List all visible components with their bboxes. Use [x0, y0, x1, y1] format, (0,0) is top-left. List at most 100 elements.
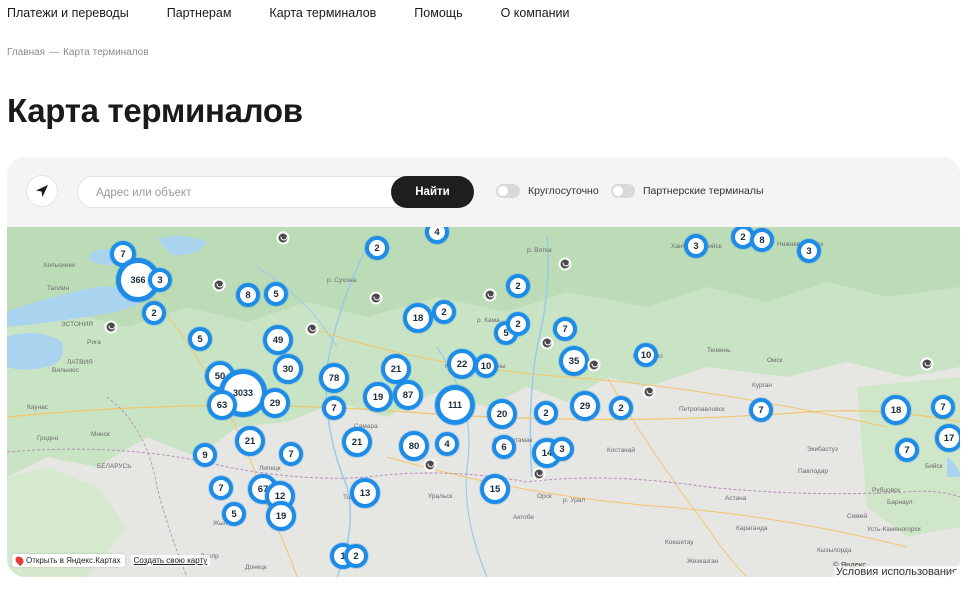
breadcrumb-home[interactable]: Главная — [7, 47, 45, 58]
partner-terminal-marker[interactable] — [558, 257, 572, 271]
terminal-cluster[interactable]: 80 — [399, 431, 429, 461]
terminal-cluster[interactable]: 18 — [403, 303, 433, 333]
terminal-cluster[interactable]: 7 — [322, 396, 346, 420]
create-map-link[interactable]: Создать свою карту — [130, 555, 211, 566]
partner-terminal-marker[interactable] — [642, 385, 656, 399]
partner-terminal-marker[interactable] — [483, 288, 497, 302]
map-place-label: Таллин — [47, 285, 70, 292]
partner-terminal-marker[interactable] — [369, 291, 383, 305]
map-pin-icon — [13, 554, 26, 567]
partner-terminal-marker[interactable] — [423, 458, 437, 472]
map-place-label: р. Кама — [477, 317, 500, 324]
terminal-cluster[interactable]: 17 — [935, 424, 960, 452]
map-toolbar: Найти Круглосуточно Партнерские терминал… — [7, 157, 960, 227]
nav-terminal-map[interactable]: Карта терминалов — [269, 6, 376, 22]
terminal-cluster[interactable]: 3 — [148, 268, 172, 292]
terminal-cluster[interactable]: 49 — [263, 325, 293, 355]
partner-terminals-label: Партнерские терминалы — [643, 185, 764, 197]
partner-terminal-marker[interactable] — [540, 336, 554, 350]
terminal-cluster[interactable]: 3 — [684, 234, 708, 258]
toggle-switch[interactable] — [496, 184, 520, 198]
terminal-cluster[interactable]: 10 — [474, 354, 498, 378]
partner-terminal-marker[interactable] — [104, 320, 118, 334]
terminal-cluster[interactable]: 35 — [559, 346, 589, 376]
nav-help[interactable]: Помощь — [414, 6, 462, 22]
terminal-cluster[interactable]: 63 — [207, 390, 237, 420]
terminal-cluster[interactable]: 7 — [931, 395, 955, 419]
terminal-cluster[interactable]: 21 — [342, 427, 372, 457]
terminal-cluster[interactable]: 87 — [393, 380, 423, 410]
nav-about[interactable]: О компании — [501, 6, 570, 22]
partner-terminal-marker[interactable] — [212, 278, 226, 292]
map-place-label: Астана — [725, 495, 747, 502]
nav-partners[interactable]: Партнерам — [167, 6, 232, 22]
geolocation-button[interactable] — [26, 175, 58, 207]
nav-payments-transfers[interactable]: Платежи и переводы — [7, 6, 129, 22]
terminal-cluster[interactable]: 8 — [750, 228, 774, 252]
terminal-cluster[interactable]: 19 — [363, 382, 393, 412]
map-place-label: р. Урал — [563, 497, 586, 504]
partner-terminal-marker[interactable] — [532, 467, 546, 481]
terminal-cluster[interactable]: 2 — [365, 236, 389, 260]
partner-terminals-toggle[interactable]: Партнерские терминалы — [611, 184, 764, 198]
map-place-label: Гродно — [37, 435, 59, 442]
map-place-label: Каунас — [27, 404, 49, 411]
terminal-cluster[interactable]: 13 — [350, 478, 380, 508]
terminal-cluster[interactable]: 3 — [550, 437, 574, 461]
open-in-yandex-maps-link[interactable]: Открыть в Яндекс.Картах — [12, 554, 125, 567]
terminal-cluster[interactable]: 2 — [534, 401, 558, 425]
terminal-cluster[interactable]: 29 — [570, 391, 600, 421]
terminal-cluster[interactable]: 7 — [749, 398, 773, 422]
terminal-cluster[interactable]: 7 — [279, 442, 303, 466]
map-place-label: Актобе — [513, 514, 535, 521]
terminal-cluster[interactable]: 2 — [506, 312, 530, 336]
terminal-cluster[interactable]: 18 — [881, 395, 911, 425]
terminal-cluster[interactable]: 2 — [506, 274, 530, 298]
terminal-cluster[interactable]: 78 — [319, 363, 349, 393]
round-the-clock-toggle[interactable]: Круглосуточно — [496, 184, 599, 198]
terminal-cluster[interactable]: 29 — [260, 388, 290, 418]
breadcrumb: Главная — Карта терминалов — [7, 47, 149, 58]
terminal-cluster[interactable]: 4 — [435, 432, 459, 456]
terminal-cluster[interactable]: 2 — [432, 300, 456, 324]
terminal-cluster[interactable]: 2 — [609, 396, 633, 420]
map-place-label: Семей — [847, 513, 868, 520]
terminal-cluster[interactable]: 10 — [634, 343, 658, 367]
toggle-knob — [613, 186, 623, 196]
terminal-cluster[interactable]: 6 — [492, 435, 516, 459]
terms-of-use-link[interactable]: Условия использования — [833, 566, 960, 577]
terminal-cluster[interactable]: 7 — [895, 438, 919, 462]
map-place-label: Павлодар — [798, 468, 828, 475]
partner-terminal-marker[interactable] — [920, 357, 934, 371]
terminal-cluster[interactable]: 30 — [273, 354, 303, 384]
search-button[interactable]: Найти — [391, 176, 474, 208]
terminal-cluster[interactable]: 2 — [142, 301, 166, 325]
page-title: Карта терминалов — [7, 92, 303, 129]
terminal-cluster[interactable]: 22 — [447, 349, 477, 379]
map-place-label: Костанай — [607, 447, 636, 454]
toggle-switch[interactable] — [611, 184, 635, 198]
terminal-cluster[interactable]: 111 — [435, 385, 475, 425]
terminal-cluster[interactable]: 5 — [188, 327, 212, 351]
map-place-label: Жезказган — [687, 558, 719, 565]
map-place-label: Рубцовск — [872, 487, 901, 494]
map-canvas[interactable]: КурганТюменьОмскКемеровоБарнаулНижневарт… — [7, 227, 960, 577]
partner-terminal-marker[interactable] — [587, 358, 601, 372]
terminal-cluster[interactable]: 8 — [236, 283, 260, 307]
partner-terminal-marker[interactable] — [276, 231, 290, 245]
terminal-cluster[interactable]: 7 — [553, 317, 577, 341]
terminal-cluster[interactable]: 15 — [480, 474, 510, 504]
terminal-cluster[interactable]: 21 — [235, 426, 265, 456]
terminal-cluster[interactable]: 20 — [487, 399, 517, 429]
address-search-input[interactable] — [96, 184, 386, 202]
map-place-label: Караганда — [736, 525, 768, 532]
terminal-cluster[interactable]: 9 — [193, 443, 217, 467]
map-place-label: Тюмень — [707, 347, 731, 354]
terminal-cluster[interactable]: 2 — [344, 544, 368, 568]
terminal-cluster[interactable]: 7 — [209, 476, 233, 500]
terminal-cluster[interactable]: 19 — [266, 501, 296, 531]
terminal-cluster[interactable]: 5 — [222, 502, 246, 526]
partner-terminal-marker[interactable] — [305, 322, 319, 336]
terminal-cluster[interactable]: 5 — [264, 282, 288, 306]
terminal-cluster[interactable]: 3 — [797, 239, 821, 263]
